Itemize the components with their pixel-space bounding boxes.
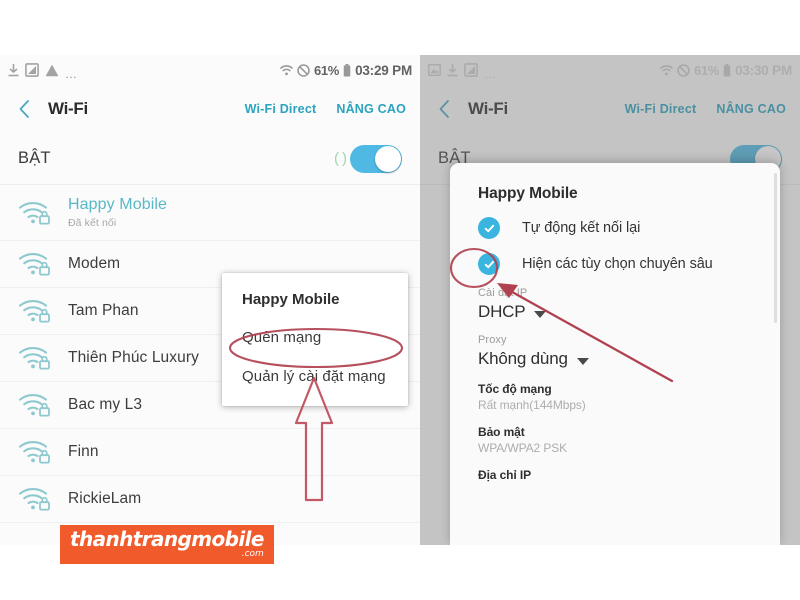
screenshot-icon [25,63,39,77]
wifi-row-texts: Thiên Phúc Luxury [68,349,199,367]
field-proxy[interactable]: Proxy Không dùng [450,322,780,369]
page-title: Wi-Fi [48,99,88,118]
wifi-toggle-row[interactable]: BẬT ( ) [0,133,420,185]
field-value-proxy[interactable]: Không dùng [478,349,780,369]
field-value-ip-settings[interactable]: DHCP [478,302,780,322]
watermark-sub-text: .com [241,549,264,559]
wifi-network-name: Finn [68,443,99,461]
wifi-lock-icon [18,201,50,225]
wifi-network-row[interactable]: Happy Mobile Đã kết nối [0,185,420,241]
wifi-lock-icon [18,253,50,276]
watermark-logo: thanhtrangmobile .com [60,525,274,564]
status-clock: 03:29 PM [355,62,412,78]
wifi-network-row[interactable]: RickieLam [0,476,420,523]
check-icon[interactable] [478,253,500,275]
wifi-network-name: Thiên Phúc Luxury [68,349,199,367]
dialog-title: Happy Mobile [478,185,578,202]
back-chevron-icon[interactable] [14,98,36,120]
scan-indicator-right: ) [342,150,347,167]
wifi-network-name: Bac my L3 [68,396,143,414]
left-status-icons: … [8,63,280,81]
wifi-direct-button[interactable]: Wi-Fi Direct [245,102,317,116]
wifi-lock-icon [18,347,50,370]
field-value-text: DHCP [478,302,526,321]
scan-indicator-left: ( [334,150,339,167]
checkbox-row-auto-reconnect[interactable]: Tự động kết nối lại [450,203,780,239]
status-overflow-dots: … [65,67,78,81]
left-phone-screen: … 61% 03:29 PM Wi-Fi Wi-Fi Direct NÂNG C… [0,55,420,545]
warning-icon [45,64,59,76]
battery-percent: 61% [313,62,340,78]
wifi-row-texts: Happy Mobile Đã kết nối [68,196,167,228]
checkbox-label-auto-reconnect: Tự động kết nối lại [522,220,641,236]
wifi-lock-icon [18,300,50,323]
wifi-network-row[interactable]: Finn [0,429,420,476]
info-value-security: WPA/WPA2 PSK [478,441,568,455]
right-phone-screen: … 61% 03:30 PM Wi-Fi Wi-Fi Direct NÂNG C… [420,55,800,545]
advanced-button[interactable]: NÂNG CAO [336,102,406,116]
left-status-right: 61% 03:29 PM [280,63,412,78]
wifi-row-texts: Finn [68,443,99,461]
wifi-status-icon [280,64,293,75]
dialog-scrollbar[interactable] [774,173,777,323]
watermark-main-text: thanhtrangmobile [70,527,264,551]
menu-item-manage-network-settings[interactable]: Quản lý cài đặt mạng [222,357,408,396]
info-network-speed: Tốc độ mạng Rất mạnh(144Mbps) [450,369,780,412]
info-ip-address: Địa chỉ IP [450,455,780,482]
check-icon[interactable] [478,217,500,239]
info-label-network-speed: Tốc độ mạng [478,382,552,396]
no-sound-icon [297,63,310,77]
field-value-text: Không dùng [478,349,568,368]
context-menu-title: Happy Mobile [242,291,340,308]
network-settings-dialog: Happy Mobile Tự động kết nối lại Hiện cá… [450,163,780,545]
info-value-network-speed: Rất mạnh(144Mbps) [478,398,586,412]
wifi-row-texts: Tam Phan [68,302,139,320]
left-action-bar: Wi-Fi Wi-Fi Direct NÂNG CAO [0,85,420,133]
chevron-down-icon[interactable] [576,357,589,365]
field-label-ip-settings: Cài đặt IP [478,287,528,299]
battery-icon [343,63,351,77]
download-icon [8,63,19,76]
menu-item-forget-network[interactable]: Quên mạng [222,318,408,357]
wifi-network-name: Happy Mobile [68,196,168,214]
info-security: Bảo mật WPA/WPA2 PSK [450,412,780,455]
chevron-down-icon[interactable] [534,310,547,318]
checkbox-row-show-advanced[interactable]: Hiện các tùy chọn chuyên sâu [450,239,780,275]
info-label-security: Bảo mật [478,425,525,439]
wifi-network-name: RickieLam [68,490,142,508]
field-ip-settings[interactable]: Cài đặt IP DHCP [450,275,780,322]
checkbox-label-show-advanced: Hiện các tùy chọn chuyên sâu [522,256,713,272]
wifi-row-texts: Modem [68,255,120,273]
field-label-proxy: Proxy [478,334,507,346]
top-white-margin [0,0,800,55]
wifi-network-name: Modem [68,255,121,273]
wifi-toggle-label: BẬT [18,149,51,167]
wifi-row-texts: RickieLam [68,490,141,508]
wifi-lock-icon [18,441,50,464]
wifi-lock-icon [18,488,50,511]
wifi-switch[interactable] [350,144,402,173]
switch-knob [375,145,401,172]
wifi-network-name: Tam Phan [68,302,139,320]
wifi-network-status: Đã kết nối [68,216,117,229]
network-context-menu[interactable]: Happy Mobile Quên mạng Quản lý cài đặt m… [222,273,408,406]
screenshot-root: … 61% 03:29 PM Wi-Fi Wi-Fi Direct NÂNG C… [0,0,800,600]
info-label-ip-address: Địa chỉ IP [478,468,532,482]
wifi-lock-icon [18,394,50,417]
wifi-row-texts: Bac my L3 [68,396,142,414]
left-status-bar: … 61% 03:29 PM [0,55,420,85]
